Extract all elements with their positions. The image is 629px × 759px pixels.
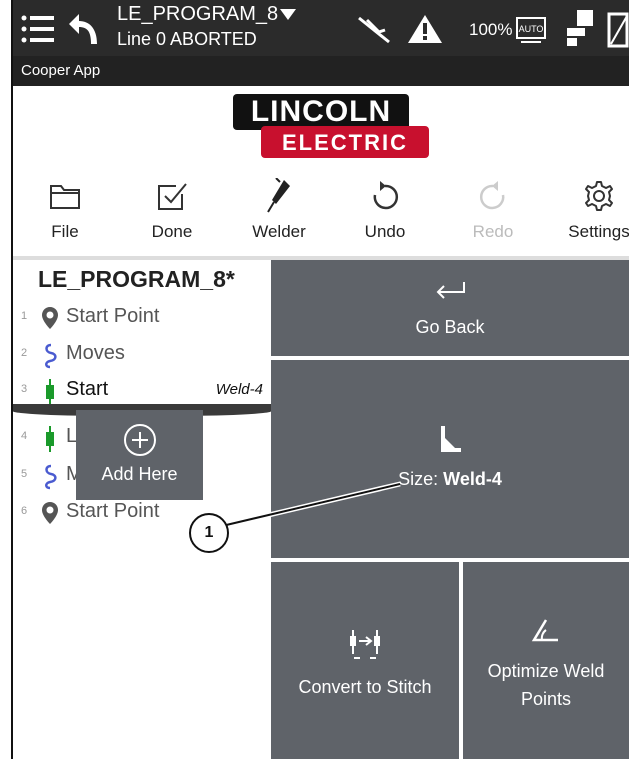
screen: LE_PROGRAM_8 Line 0 ABORTED 100% AUTO Co… <box>0 0 629 759</box>
callout-number: 1 <box>189 513 229 553</box>
callout-leader-line <box>221 481 401 529</box>
